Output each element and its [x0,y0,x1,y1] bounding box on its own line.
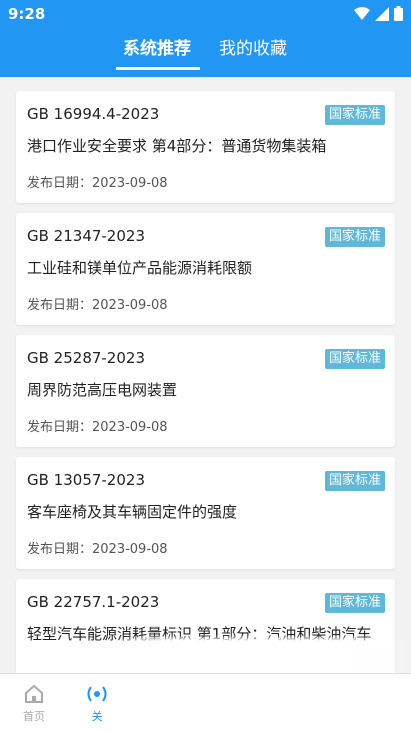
list-item[interactable]: GB 16994.4-2023 国家标准 港口作业安全要求 第4部分：普通货物集… [16,91,395,203]
standard-title: 港口作业安全要求 第4部分：普通货物集装箱 [27,137,327,155]
nav-item-second[interactable]: 关 [77,680,117,724]
standard-title: 工业硅和镁单位产品能源消耗限额 [27,259,253,277]
bottom-nav: 首页 关 [0,673,411,731]
category-badge: 国家标准 [324,349,385,369]
publish-date: 发布日期：2023-09-08 [27,542,168,557]
nav-label-home: 首页 [23,710,45,723]
category-badge: 国家标准 [324,105,385,125]
broadcast-icon [87,686,107,702]
category-badge: 国家标准 [324,227,385,247]
nav-label-second: 关 [91,710,103,723]
category-badge: 国家标准 [324,593,385,613]
publish-date: 发布日期：2023-09-08 [27,420,168,435]
home-icon [25,684,43,703]
standard-code: GB 22757.1-2023 [27,593,160,611]
standard-code: GB 21347-2023 [27,227,145,245]
tab-my-favorites[interactable]: 我的收藏 [219,38,287,60]
active-tab-indicator [116,67,200,70]
standard-code: GB 13057-2023 [27,471,145,489]
app-header: 9:28 系统推荐 我的收藏 [0,0,411,77]
list-item[interactable]: GB 21347-2023 国家标准 工业硅和镁单位产品能源消耗限额 发布日期：… [16,213,395,325]
publish-date: 发布日期：2023-09-08 [27,298,168,313]
standard-list[interactable]: GB 16994.4-2023 国家标准 港口作业安全要求 第4部分：普通货物集… [0,77,411,673]
status-icons [354,6,403,21]
nav-item-home[interactable]: 首页 [14,680,54,724]
standard-title: 周界防范高压电网装置 [27,381,178,399]
standard-code: GB 25287-2023 [27,349,145,367]
tab-bar: 系统推荐 我的收藏 [0,35,411,70]
list-item[interactable]: GB 13057-2023 国家标准 客车座椅及其车辆固定件的强度 发布日期：2… [16,457,395,569]
list-item[interactable]: GB 25287-2023 国家标准 周界防范高压电网装置 发布日期：2023-… [16,335,395,447]
category-badge: 国家标准 [324,471,385,491]
wifi-icon [354,6,370,20]
battery-icon [394,6,403,21]
signal-icon [375,6,389,21]
standard-title: 客车座椅及其车辆固定件的强度 [27,503,238,521]
publish-date: 发布日期：2023-09-08 [27,176,168,191]
status-time: 9:28 [8,5,46,23]
tab-system-recommend[interactable]: 系统推荐 [123,38,191,60]
standard-code: GB 16994.4-2023 [27,105,160,123]
